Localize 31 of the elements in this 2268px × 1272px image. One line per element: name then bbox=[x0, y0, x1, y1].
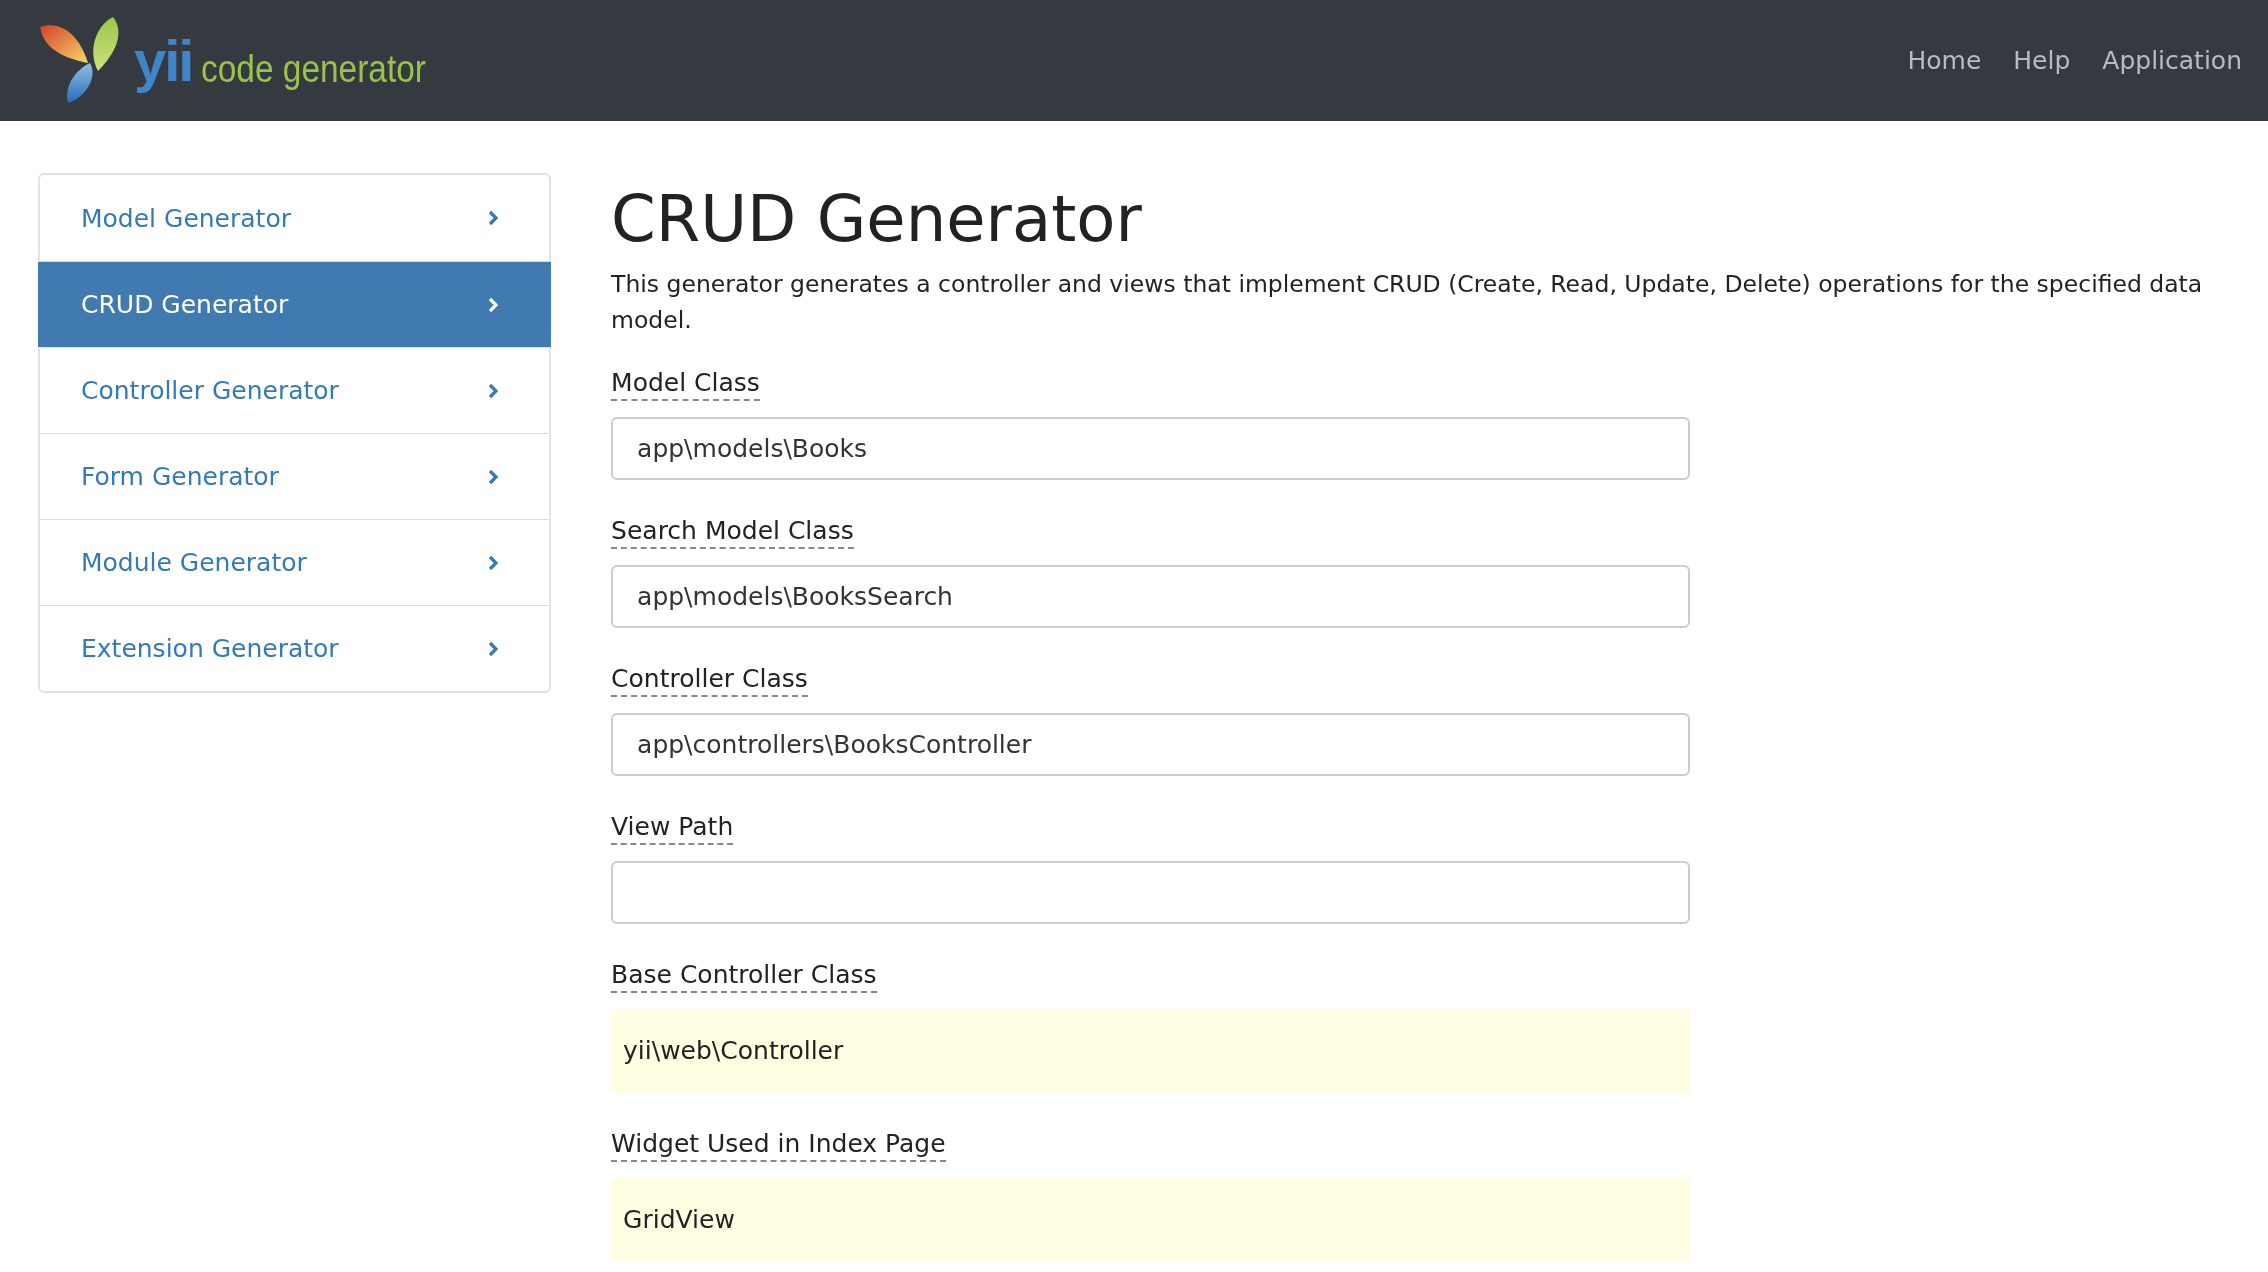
logo-tagline: code generator bbox=[200, 49, 426, 88]
sidebar-item[interactable]: Controller Generator bbox=[40, 347, 550, 433]
sidebar-item[interactable]: Module Generator bbox=[40, 519, 550, 605]
field-label: View Path bbox=[611, 811, 734, 845]
field-label: Controller Class bbox=[611, 663, 808, 697]
sidebar-item[interactable]: Form Generator bbox=[40, 433, 550, 519]
nav-link[interactable]: Application bbox=[2102, 46, 2242, 75]
input-field[interactable]: app\models\BooksSearch bbox=[611, 564, 1691, 628]
field-label: Search Model Class bbox=[611, 515, 854, 549]
chevron-right-icon bbox=[487, 640, 500, 657]
sidebar-item[interactable]: Model Generator bbox=[40, 175, 550, 261]
description-text: This generator generates a controller and views that implement CRUD (Create, Read, Update, Delete) operations for the specified data model. bbox=[611, 268, 2204, 336]
chevron-right-icon bbox=[487, 468, 500, 485]
field-label: Model Class bbox=[611, 367, 760, 401]
page-title: CRUD Generator bbox=[611, 181, 1143, 258]
nav-link[interactable]: Help bbox=[2013, 46, 2071, 75]
input-field[interactable] bbox=[611, 860, 1691, 924]
sidebar-item[interactable]: CRUD Generator bbox=[38, 261, 552, 347]
input-field[interactable]: app\controllers\BooksController bbox=[611, 712, 1691, 776]
chevron-right-icon bbox=[487, 382, 500, 399]
chevron-right-icon bbox=[487, 210, 500, 226]
sticky-value-field[interactable]: GridView bbox=[611, 1177, 1691, 1262]
nav-link[interactable]: Home bbox=[1907, 46, 1982, 75]
field-label: Widget Used in Index Page bbox=[611, 1128, 946, 1162]
field-label: Base Controller Class bbox=[611, 959, 877, 993]
sidebar-item[interactable]: Extension Generator bbox=[40, 605, 550, 691]
chevron-right-icon bbox=[487, 554, 500, 571]
leaf-logo-icon bbox=[38, 16, 120, 105]
input-field[interactable]: app\models\Books bbox=[611, 416, 1691, 480]
chevron-right-icon bbox=[487, 296, 500, 313]
sticky-value-field[interactable]: yii\web\Controller bbox=[611, 1008, 1691, 1093]
